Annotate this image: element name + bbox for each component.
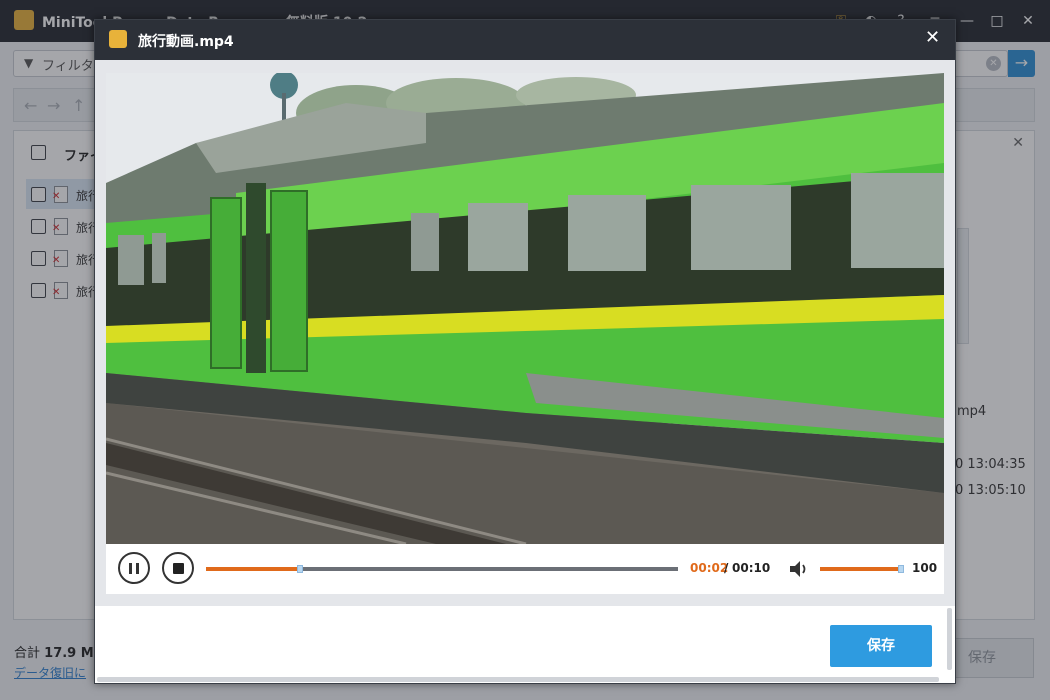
volume-slider[interactable] [820, 565, 904, 573]
time-separator: / [724, 561, 729, 575]
pause-button[interactable] [118, 552, 150, 584]
video-frame-image [106, 73, 944, 544]
volume-slider-thumb[interactable] [898, 565, 904, 573]
stop-button[interactable] [162, 552, 194, 584]
video-preview-dialog: 旅行動画.mp4 ✕ 00:02 / 00:10 100 保存 [94, 19, 956, 684]
stop-icon [173, 563, 184, 574]
vertical-scrollbar[interactable] [947, 608, 952, 670]
player-controls: 00:02 / 00:10 100 [106, 544, 944, 594]
video-frame[interactable] [106, 73, 944, 544]
seek-bar-thumb[interactable] [297, 565, 304, 573]
pause-icon [129, 563, 132, 574]
volume-value: 100 [912, 561, 938, 575]
dialog-header: 旅行動画.mp4 ✕ [95, 20, 955, 60]
file-video-icon [109, 30, 127, 48]
player-area: 00:02 / 00:10 100 [95, 60, 955, 606]
total-time: 00:10 [732, 561, 771, 575]
seek-bar[interactable] [206, 565, 678, 573]
volume-slider-fill [820, 567, 898, 571]
pause-icon-bar [136, 563, 139, 574]
current-time: 00:02 [690, 561, 729, 575]
close-icon[interactable]: ✕ [925, 28, 940, 48]
dialog-title: 旅行動画.mp4 [138, 34, 234, 50]
horizontal-scrollbar[interactable] [97, 677, 939, 682]
save-button[interactable]: 保存 [830, 625, 932, 667]
volume-icon[interactable] [788, 559, 810, 579]
seek-bar-progress [206, 567, 301, 571]
